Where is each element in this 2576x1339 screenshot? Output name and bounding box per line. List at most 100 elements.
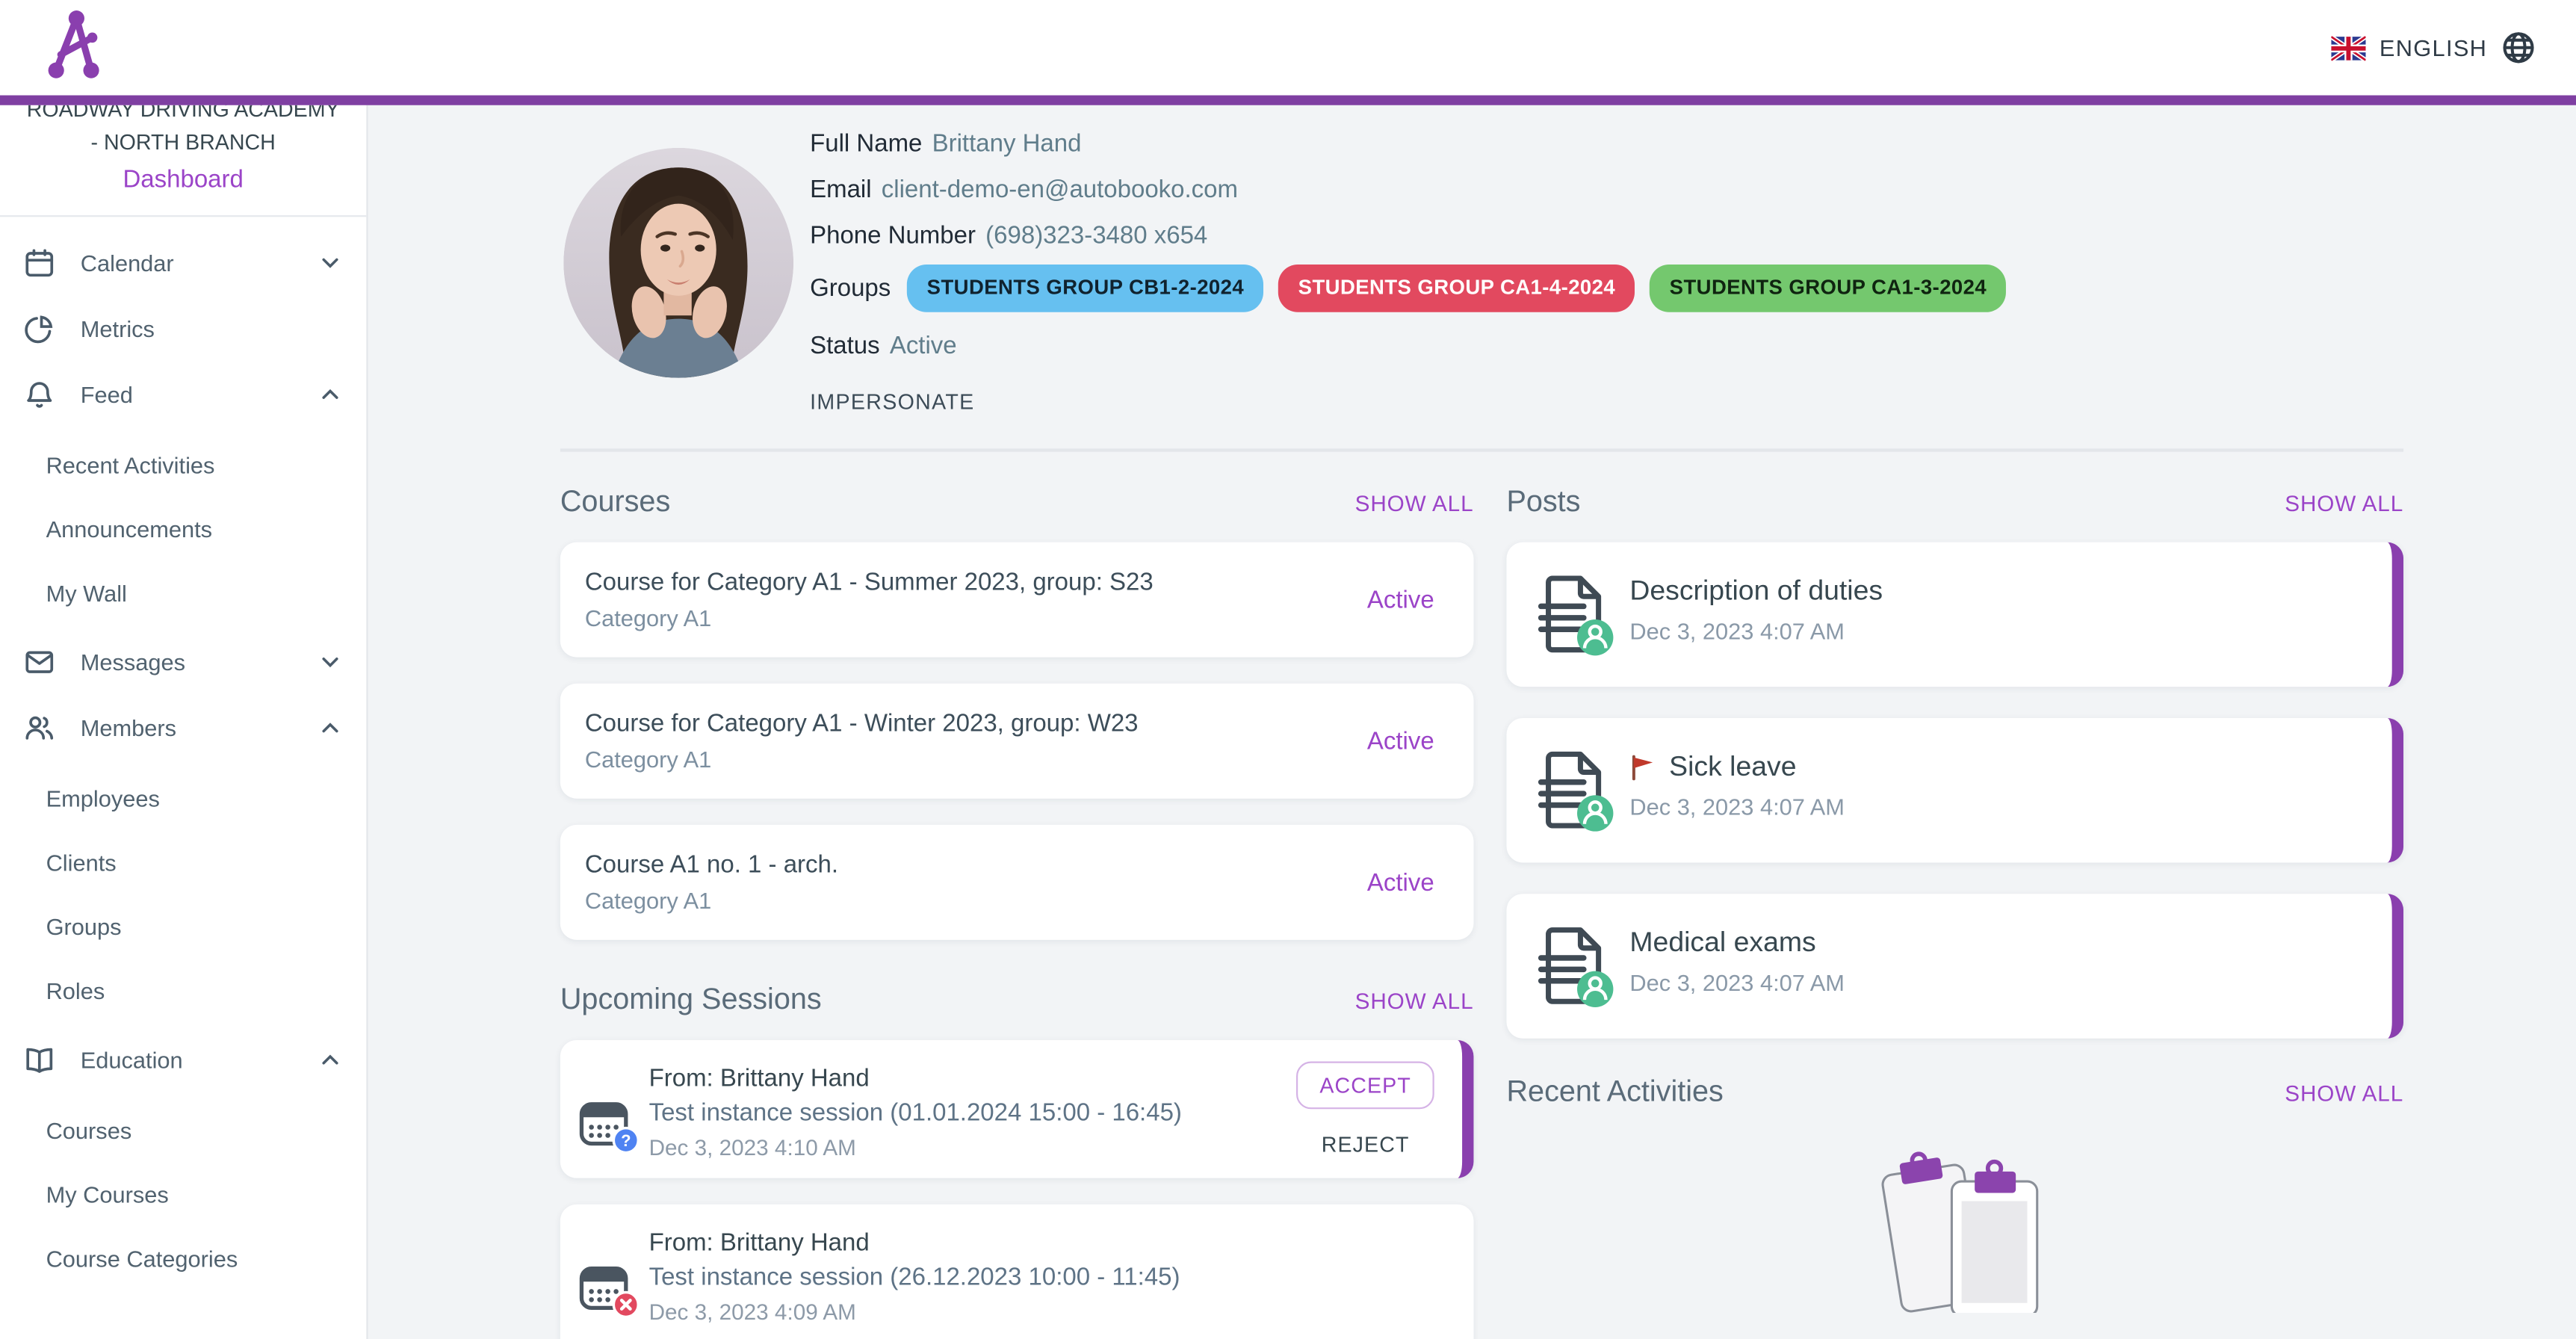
dashboard-link[interactable]: Dashboard	[0, 166, 366, 194]
post-card[interactable]: Sick leave Dec 3, 2023 4:07 AM	[1506, 717, 2404, 863]
uk-flag-icon	[2332, 35, 2367, 61]
session-description: Test instance session (26.12.2023 10:00 …	[648, 1264, 1180, 1292]
autobooko-logo-icon[interactable]	[46, 6, 101, 90]
chevron-up-icon	[317, 715, 343, 741]
sidebar-item-recent-activities[interactable]: Recent Activities	[0, 432, 366, 496]
post-timestamp: Dec 3, 2023 4:07 AM	[1629, 617, 1845, 645]
course-status: Active	[1366, 727, 1434, 755]
language-label: ENGLISH	[2379, 34, 2488, 61]
sidebar-item-my-courses[interactable]: My Courses	[0, 1162, 366, 1226]
feed-submenu-wrapper: Recent Activities Announcements My Wall	[0, 432, 366, 624]
sidebar-item-members[interactable]: Members	[0, 695, 366, 761]
sidebar-item-announcements[interactable]: Announcements	[0, 496, 366, 560]
sidebar-item-metrics[interactable]: Metrics	[0, 296, 366, 362]
course-card[interactable]: Course for Category A1 - Summer 2023, gr…	[560, 542, 1474, 658]
post-title-row: Medical exams	[1629, 924, 2359, 963]
status-value: Active	[889, 332, 957, 360]
course-card[interactable]: Course A1 no. 1 - arch. Category A1 Acti…	[560, 824, 1474, 940]
education-submenu: Courses My Courses Course Categories	[0, 1098, 366, 1290]
full-name-row: Full Name Brittany Hand	[810, 126, 2021, 161]
email-value: client-demo-en@autobooko.com	[881, 176, 1239, 204]
sessions-title: Upcoming Sessions	[560, 982, 822, 1015]
recent-activities-section: Recent Activities SHOW ALL	[1506, 1074, 2403, 1313]
sidebar-item-groups[interactable]: Groups	[0, 894, 366, 958]
post-timestamp: Dec 3, 2023 4:07 AM	[1629, 969, 1845, 996]
post-title: Description of duties	[1629, 575, 1883, 607]
full-name-value: Brittany Hand	[932, 129, 1082, 158]
profile-info: Full Name Brittany Hand Email client-dem…	[810, 126, 2021, 417]
group-pill[interactable]: STUDENTS GROUP CA1-4-2024	[1278, 265, 1635, 312]
app-window: ENGLISH ROADWAY DRIVING ACADEMY - NORTH …	[0, 0, 2576, 1339]
session-description: Test instance session (01.01.2024 15:00 …	[648, 1099, 1182, 1128]
session-card[interactable]: ? From: Brittany Hand Test instance sess…	[560, 1039, 1474, 1178]
recent-activities-show-all-link[interactable]: SHOW ALL	[2285, 1081, 2403, 1106]
sidebar-item-employees[interactable]: Employees	[0, 766, 366, 830]
sidebar-divider	[0, 215, 367, 217]
header-accent-bar	[0, 95, 2576, 105]
session-card[interactable]: From: Brittany Hand Test instance sessio…	[560, 1204, 1474, 1339]
post-card[interactable]: Description of duties Dec 3, 2023 4:07 A…	[1506, 542, 2404, 687]
feed-submenu: Recent Activities Announcements My Wall	[0, 432, 366, 624]
course-title: Course for Category A1 - Winter 2023, gr…	[584, 709, 1139, 738]
document-icon	[1531, 746, 1620, 835]
document-icon	[1531, 570, 1620, 659]
posts-show-all-link[interactable]: SHOW ALL	[2285, 491, 2403, 516]
top-header: ENGLISH	[0, 0, 2576, 96]
sidebar-item-course-categories[interactable]: Course Categories	[0, 1225, 366, 1290]
group-pill[interactable]: STUDENTS GROUP CA1-3-2024	[1650, 265, 2007, 312]
chevron-up-icon	[317, 381, 343, 407]
chevron-down-icon	[317, 250, 343, 276]
post-title-row: Description of duties	[1629, 572, 2359, 611]
sidebar-item-label: Education	[80, 1046, 183, 1073]
sidebar: ROADWAY DRIVING ACADEMY - NORTH BRANCH D…	[0, 105, 368, 1339]
members-submenu: Employees Clients Groups Roles	[0, 766, 366, 1022]
chevron-down-icon	[317, 649, 343, 675]
sessions-show-all-link[interactable]: SHOW ALL	[1355, 989, 1474, 1014]
sidebar-item-courses[interactable]: Courses	[0, 1098, 366, 1162]
course-title: Course A1 no. 1 - arch.	[584, 851, 839, 879]
recent-activities-title: Recent Activities	[1506, 1074, 1724, 1108]
sidebar-item-messages[interactable]: Messages	[0, 629, 366, 695]
sidebar-item-clients[interactable]: Clients	[0, 829, 366, 894]
sidebar-item-label: Messages	[80, 649, 186, 675]
main-content: Full Name Brittany Hand Email client-dem…	[370, 105, 2576, 1339]
profile-content-divider	[560, 448, 2404, 452]
post-card[interactable]: Medical exams Dec 3, 2023 4:07 AM	[1506, 894, 2404, 1039]
sidebar-item-label: Metrics	[80, 315, 155, 342]
book-icon	[23, 1043, 56, 1076]
post-title: Medical exams	[1629, 927, 1816, 959]
sidebar-item-feed[interactable]: Feed	[0, 362, 366, 427]
phone-row: Phone Number (698)323-3480 x654	[810, 218, 2021, 253]
sidebar-item-education[interactable]: Education	[0, 1027, 366, 1092]
course-category: Category A1	[584, 746, 712, 773]
groups-row: Groups STUDENTS GROUP CB1-2-2024 STUDENT…	[810, 265, 2021, 312]
language-selector[interactable]: ENGLISH	[2332, 30, 2536, 66]
sessions-header: Upcoming Sessions SHOW ALL	[560, 983, 1474, 1017]
red-flag-icon	[1629, 754, 1656, 781]
courses-show-all-link[interactable]: SHOW ALL	[1355, 491, 1474, 516]
sidebar-item-roles[interactable]: Roles	[0, 958, 366, 1022]
document-icon	[1531, 922, 1620, 1011]
members-submenu-wrapper: Employees Clients Groups Roles	[0, 766, 366, 1022]
post-title: Sick leave	[1669, 750, 1797, 782]
course-card[interactable]: Course for Category A1 - Winter 2023, gr…	[560, 683, 1474, 799]
course-status: Active	[1366, 868, 1434, 897]
email-row: Email client-demo-en@autobooko.com	[810, 173, 2021, 207]
email-label: Email	[810, 176, 872, 204]
sidebar-item-my-wall[interactable]: My Wall	[0, 560, 366, 625]
sidebar-menu: Calendar Metrics Feed Recent Activities …	[0, 230, 366, 1290]
avatar	[563, 147, 794, 378]
session-timestamp: Dec 3, 2023 4:09 AM	[648, 1299, 856, 1325]
sidebar-item-calendar[interactable]: Calendar	[0, 230, 366, 296]
accept-button[interactable]: ACCEPT	[1296, 1061, 1434, 1110]
course-category: Category A1	[584, 604, 712, 631]
group-pill[interactable]: STUDENTS GROUP CB1-2-2024	[907, 265, 1264, 312]
content-columns: Courses SHOW ALL Course for Category A1 …	[560, 485, 2404, 1339]
pie-chart-icon	[23, 312, 56, 345]
courses-header: Courses SHOW ALL	[560, 485, 1474, 519]
calendar-icon	[23, 247, 56, 279]
courses-title: Courses	[560, 484, 671, 518]
reject-button[interactable]: REJECT	[1312, 1131, 1419, 1158]
impersonate-button[interactable]: IMPERSONATE	[810, 389, 974, 414]
session-timestamp: Dec 3, 2023 4:10 AM	[648, 1135, 856, 1160]
